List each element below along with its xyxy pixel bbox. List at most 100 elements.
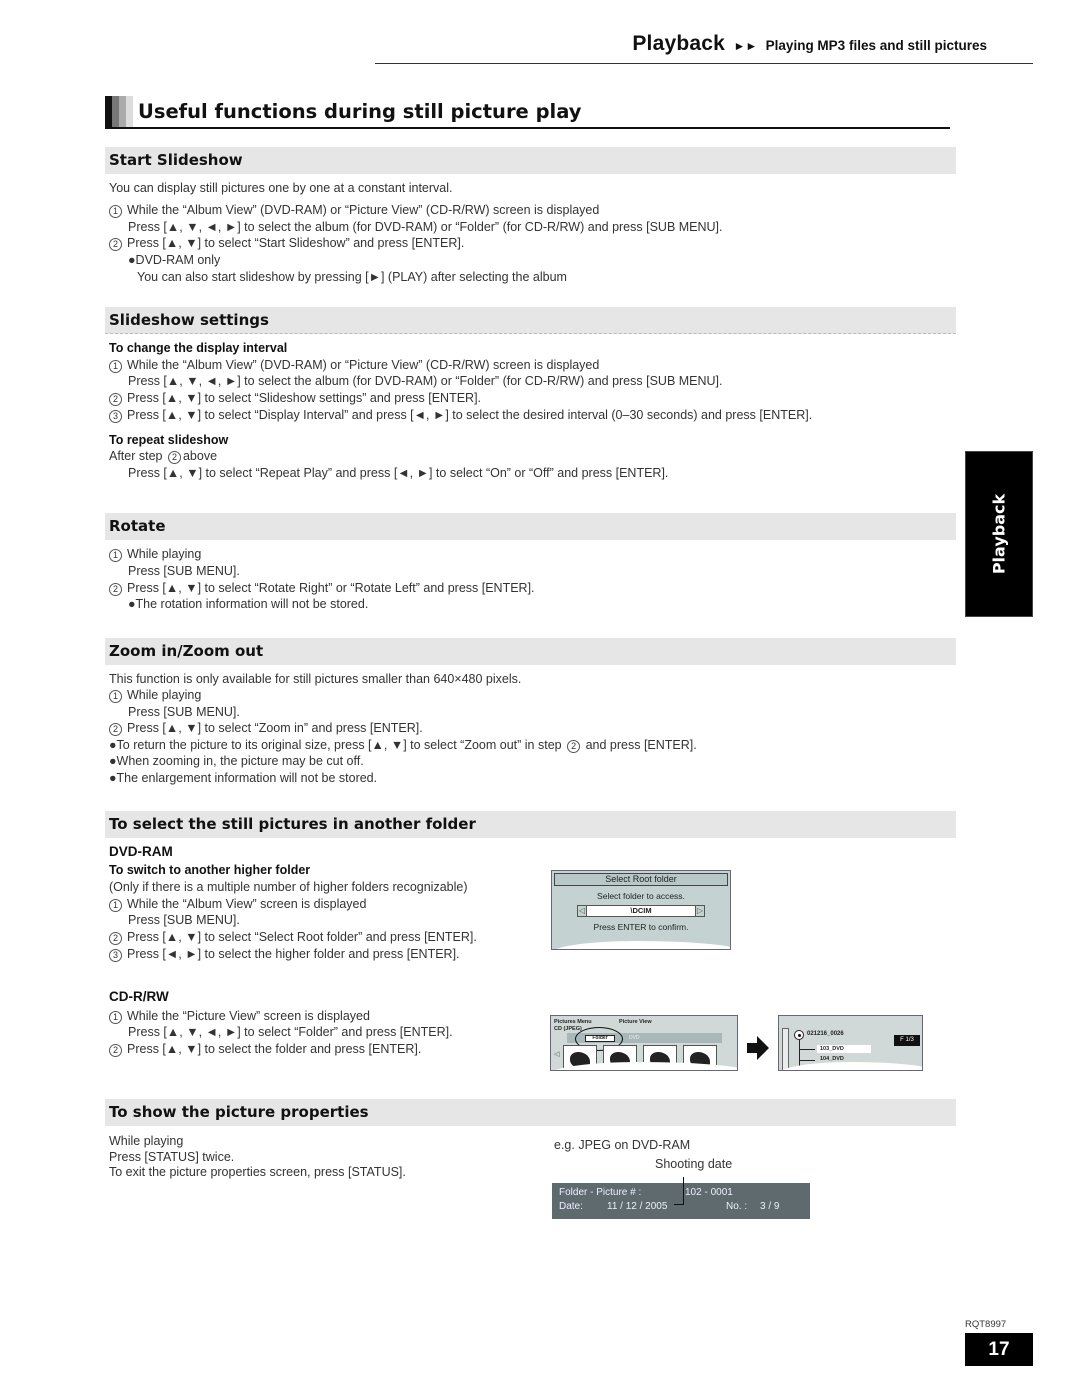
callout-pointer [674,1177,684,1205]
step-number: 1 [109,899,122,912]
properties-line-1: While playing [109,1134,184,1148]
label-dvd-ram: DVD-RAM [109,844,173,859]
right-arrow-icon [747,1036,769,1060]
section-heading-text: Slideshow settings [109,311,269,329]
step-text: Press [▲, ▼] to select “Display Interval… [127,408,813,422]
running-head-section: Playback [632,32,725,55]
step-number: 1 [109,1011,122,1024]
screen-folder-tree: 021216_0026 103_DVD 104_DVD F 1/3 [778,1015,923,1071]
screen-picture-view: Pictures Menu Picture View CD (JPEG) Fol… [550,1015,738,1071]
slideshow-settings-step-2: 2 Press [▲, ▼] to select “Slideshow setti… [109,390,481,406]
document-id: RQT8997 [965,1319,1007,1330]
step-text: Press [▲, ▼] to select “Start Slideshow”… [127,236,465,250]
step-text: Press [▲, ▼] to select the folder and pr… [127,1042,422,1056]
step-text: Press [▲, ▼] to select “Zoom in” and pre… [127,721,423,735]
number-value: 3 / 9 [760,1201,780,1212]
step-text: Press [▲, ▼] to select “Slideshow settin… [127,391,482,405]
side-tab-label: Playback [989,493,1009,575]
page-title: Useful functions during still picture pl… [138,100,582,123]
screen-menu-title: Pictures Menu [554,1019,592,1025]
step-number: 2 [109,932,122,945]
title-stripes-icon [105,96,133,127]
step-number: 1 [109,205,122,218]
zoom-step-1: 1 While playing [109,687,201,703]
label-cd-rw: CD-R/RW [109,989,169,1004]
step-number: 2 [109,238,122,251]
properties-display: Folder - Picture # : 102 - 0001 Date: 11… [552,1177,810,1219]
running-head: Playback ►► Playing MP3 files and still … [375,32,1033,64]
properties-line-2: Press [STATUS] twice. [109,1150,235,1164]
dvd-note: (Only if there is a multiple number of h… [109,880,468,894]
start-slideshow-note: You can also start slideshow by pressing… [137,270,567,284]
radio-selected-icon [794,1030,804,1040]
slideshow-settings-step-1: 1 While the “Album View” (DVD-RAM) or “Pi… [109,357,599,373]
zoom-bullet-2: ●When zooming in, the picture may be cut… [109,754,364,768]
left-arrow-icon: ◁ [578,906,587,916]
subheading-display-interval: To change the display interval [109,341,288,355]
folder-label: Folder - Picture # : [559,1187,642,1198]
folder-value: \DCIM [630,906,652,915]
rotate-step-2: 2 Press [▲, ▼] to select “Rotate Right” o… [109,580,535,596]
step-text: While playing [127,688,202,702]
dvd-step-2: 2 Press [▲, ▼] to select “Select Root fol… [109,929,477,945]
zoom-step-2: 2 Press [▲, ▼] to select “Zoom in” and pr… [109,720,423,736]
step-number: 2 [567,740,581,753]
zoom-bullet-1: ●To return the picture to its original s… [109,737,697,753]
step-number: 1 [109,690,122,703]
step-number: 2 [109,723,122,736]
section-heading-zoom: Zoom in/Zoom out [105,638,956,665]
step-text: While the “Picture View” screen is displ… [127,1009,370,1023]
cd-step-1-detail: Press [▲, ▼, ◄, ►] to select “Folder” an… [128,1025,453,1039]
screen-source: CD (JPEG) [554,1026,582,1032]
step-number: 2 [109,1044,122,1057]
step-number: 3 [109,410,122,423]
section-heading-text: To show the picture properties [109,1103,369,1121]
step-number: 3 [109,949,122,962]
rotate-step-1-detail: Press [SUB MENU]. [128,564,240,578]
tree-line [799,1060,815,1061]
dvd-step-3: 3 Press [◄, ►] to select the higher folde… [109,946,460,962]
number-label: No. : [726,1201,748,1212]
step-number: 2 [167,451,181,464]
cd-step-2: 2 Press [▲, ▼] to select the folder and p… [109,1041,421,1057]
section-heading-start-slideshow: Start Slideshow [105,147,956,174]
screen-confirm-text: Press ENTER to confirm. [593,922,689,932]
section-heading-rotate: Rotate [105,513,956,540]
screen-header: Select Root folder [554,873,728,886]
step-text: Press [▲, ▼] to select “Select Root fold… [127,930,477,944]
section-heading-properties: To show the picture properties [105,1099,956,1126]
subheading-higher-folder: To switch to another higher folder [109,863,311,877]
torn-edge [552,941,730,949]
rotate-step-1: 1 While playing [109,546,201,562]
dvd-label: DVD [629,1035,640,1041]
subheading-repeat-slideshow: To repeat slideshow [109,433,229,447]
date-value: 11 / 12 / 2005 [607,1201,668,1212]
step-number: 1 [109,360,122,373]
section-heading-text: Rotate [109,517,166,535]
start-slideshow-bullet: ●DVD-RAM only [128,253,221,267]
screen-view-title: Picture View [619,1019,652,1025]
section-heading-text: Zoom in/Zoom out [109,642,264,660]
right-arrow-icon: ▷ [695,906,704,916]
step-text: While the “Album View” (DVD-RAM) or “Pic… [127,358,600,372]
start-slideshow-step-1: 1 While the “Album View” (DVD-RAM) or “Pi… [109,202,599,218]
dvd-step-1-detail: Press [SUB MENU]. [128,913,240,927]
properties-line-3: To exit the picture properties screen, p… [109,1165,406,1179]
root-folder: 021216_0026 [807,1031,844,1037]
page-badge: F 1/3 [894,1035,920,1046]
folder-item-selected: 103_DVD [817,1045,871,1053]
step-text: While the “Album View” (DVD-RAM) or “Pic… [127,203,600,217]
start-slideshow-step-2: 2 Press [▲, ▼] to select “Start Slideshow… [109,235,464,251]
repeat-instructions: Press [▲, ▼] to select “Repeat Play” and… [128,466,669,480]
slideshow-settings-step-3: 3 Press [▲, ▼] to select “Display Interva… [109,407,812,423]
section-heading-another-folder: To select the still pictures in another … [105,811,956,838]
double-arrow-icon: ►► [733,39,758,53]
screen-message: Select folder to access. [597,891,685,901]
screen-select-root-folder: Select Root folder Select folder to acce… [551,870,731,950]
folder-value: 102 - 0001 [685,1187,733,1198]
text: After step [109,449,163,463]
shooting-date-callout: Shooting date [655,1157,733,1171]
start-slideshow-intro: You can display still pictures one by on… [109,181,453,195]
zoom-bullet-3: ●The enlargement information will not be… [109,771,378,785]
zoom-intro: This function is only available for stil… [109,672,522,686]
